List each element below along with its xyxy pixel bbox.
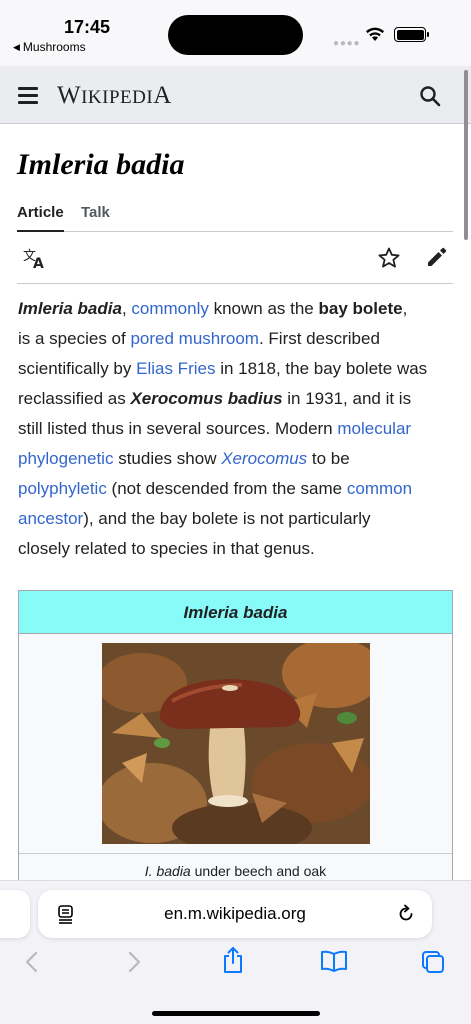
mushroom-photo[interactable] xyxy=(102,643,370,844)
forward-chevron-icon[interactable] xyxy=(124,949,144,975)
dynamic-island xyxy=(168,15,303,55)
page-actions: 文 A xyxy=(17,232,453,284)
back-chevron-icon[interactable] xyxy=(22,949,42,975)
link-polyphyletic[interactable]: polyphyletic xyxy=(18,479,107,498)
bookmarks-icon[interactable] xyxy=(319,949,349,973)
tabs-icon[interactable] xyxy=(420,949,446,975)
tab-article[interactable]: Article xyxy=(17,204,64,232)
back-app-label: Mushrooms xyxy=(22,40,86,54)
address-bar[interactable]: en.m.wikipedia.org xyxy=(38,890,432,938)
previous-tab-preview[interactable] xyxy=(0,890,30,938)
svg-text:A: A xyxy=(33,256,44,270)
status-bar: 17:45 ◀ Mushrooms ● ● ● ● xyxy=(0,0,471,66)
tab-talk[interactable]: Talk xyxy=(81,204,110,232)
home-indicator[interactable] xyxy=(152,1011,320,1016)
scroll-indicator[interactable] xyxy=(464,70,468,240)
link-molecular[interactable]: molecular xyxy=(337,419,411,438)
link-pored-mushroom[interactable]: pored mushroom xyxy=(130,329,259,348)
share-icon[interactable] xyxy=(221,945,245,975)
article-page: Imleria badia Article Talk 文 A Imleria b… xyxy=(0,124,471,880)
link-common-ancestor[interactable]: common xyxy=(347,479,412,498)
edit-pencil-icon[interactable] xyxy=(425,245,449,269)
back-to-app-button[interactable]: ◀ Mushrooms xyxy=(13,40,86,54)
article-tabs: Article Talk xyxy=(17,204,453,232)
page-title: Imleria badia xyxy=(17,148,185,181)
link-elias-fries[interactable]: Elias Fries xyxy=(136,359,215,378)
battery-icon xyxy=(394,27,429,42)
link-xerocomus[interactable]: Xerocomus xyxy=(221,449,307,468)
translate-icon[interactable]: 文 A xyxy=(22,246,48,270)
infobox-title: Imleria badia xyxy=(19,591,452,634)
menu-icon[interactable] xyxy=(18,87,38,104)
infobox-caption: I. badia under beech and oak xyxy=(144,863,327,879)
article-lede: Imleria badia, commonly known as the bay… xyxy=(18,299,428,558)
wiki-header: WIKIPEDIA xyxy=(0,66,471,124)
reader-icon[interactable] xyxy=(56,904,76,924)
wifi-icon xyxy=(366,27,384,41)
signal-dots-icon: ● ● ● ● xyxy=(333,38,359,49)
search-icon[interactable] xyxy=(418,84,442,108)
safari-toolbar xyxy=(0,947,471,985)
link-phylogenetic[interactable]: phylogenetic xyxy=(18,449,113,468)
url-text[interactable]: en.m.wikipedia.org xyxy=(38,890,432,938)
infobox: Imleria badia I. badia under beech and o… xyxy=(18,590,453,880)
link-ancestor[interactable]: ancestor xyxy=(18,509,83,528)
link-commonly[interactable]: commonly xyxy=(131,299,208,318)
status-time: 17:45 xyxy=(64,17,111,37)
wikipedia-wordmark[interactable]: WIKIPEDIA xyxy=(57,82,172,110)
safari-bottom-bar: en.m.wikipedia.org xyxy=(0,880,471,1024)
back-triangle-icon: ◀ xyxy=(13,41,20,52)
reload-icon[interactable] xyxy=(396,904,416,924)
star-icon[interactable] xyxy=(377,246,401,270)
